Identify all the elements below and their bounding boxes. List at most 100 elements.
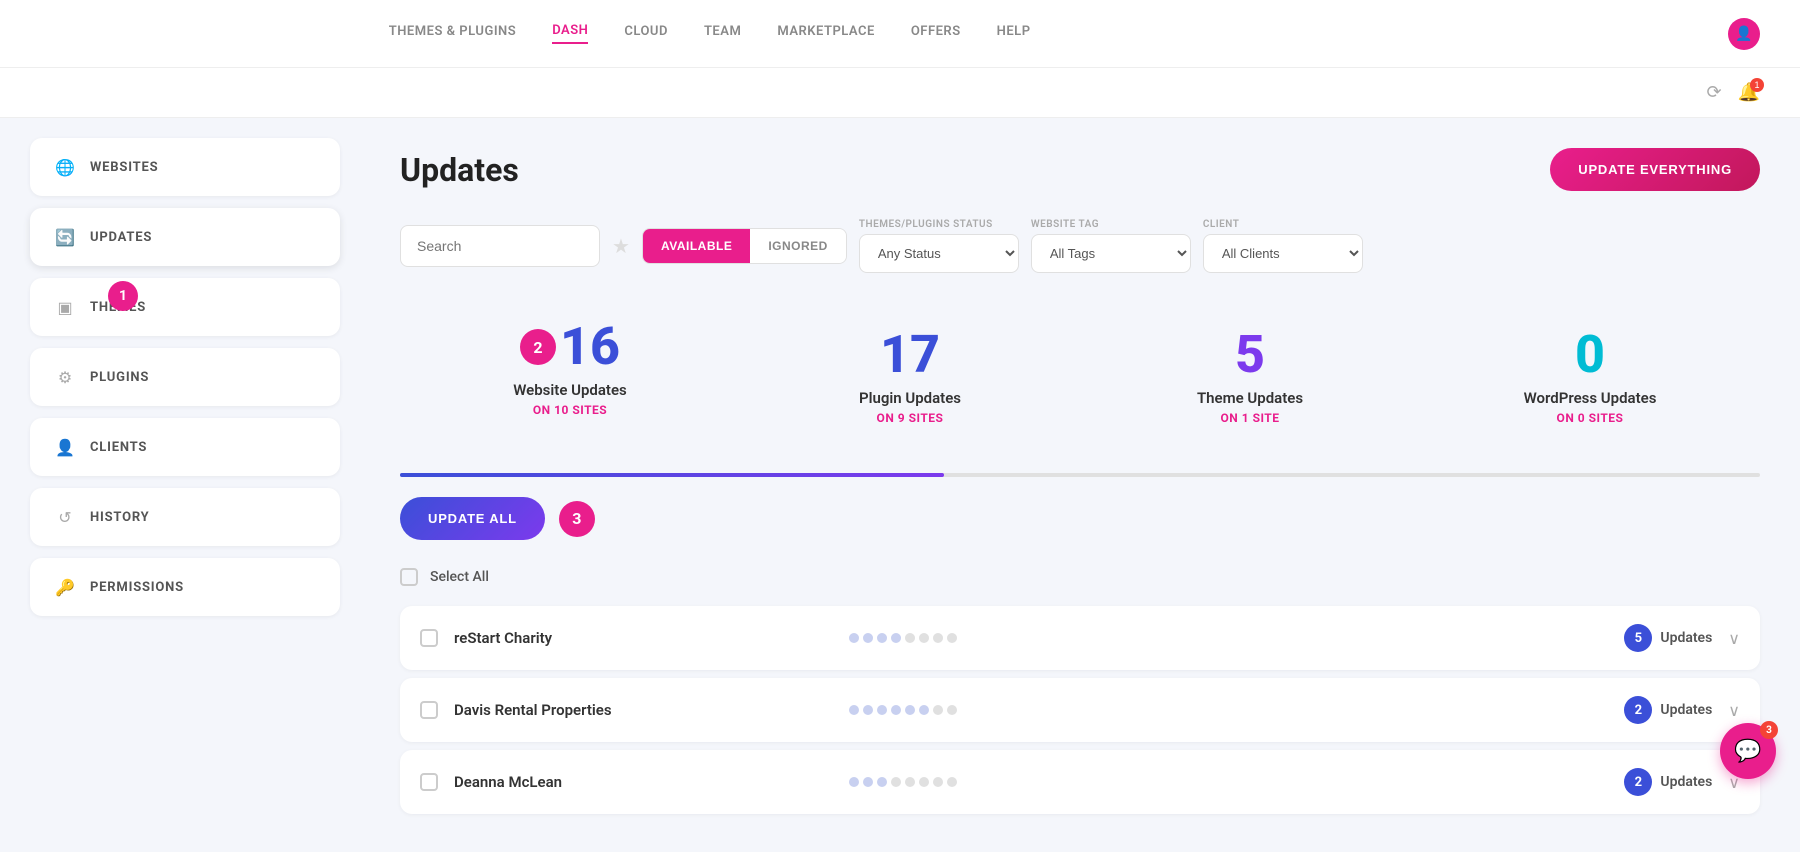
site-name-2: Deanna McLean	[454, 773, 833, 791]
site-dots-2	[849, 777, 1608, 787]
stat-website-updates: 2 16 Website Updates ON 10 SITES	[400, 301, 740, 445]
themes-plugins-status-filter: THEMES/PLUGINS STATUS Any Status	[859, 219, 1019, 273]
dot	[905, 777, 915, 787]
select-all-label[interactable]: Select All	[430, 569, 489, 585]
site-dots-0	[849, 633, 1608, 643]
dot	[849, 777, 859, 787]
sidebar-updates-label: UPDATES	[90, 230, 152, 245]
site-dots-1	[849, 705, 1608, 715]
step-badge-2: 2	[520, 329, 556, 365]
sub-header: ⟳ 🔔 1	[0, 68, 1800, 118]
main-layout: 1 🌐 WEBSITES 🔄 UPDATES ▣ THEMES ⚙ PLUGIN…	[0, 118, 1800, 852]
notifications-button[interactable]: 🔔 1	[1738, 82, 1760, 103]
available-toggle[interactable]: AVAILABLE	[643, 229, 750, 263]
stat-wordpress-updates: 0 WordPress Updates ON 0 SITES	[1420, 301, 1760, 445]
top-navigation: THEMES & PLUGINS DASH CLOUD TEAM MARKETP…	[0, 0, 1800, 68]
website-tag-label: WEBSITE TAG	[1031, 219, 1191, 230]
chevron-down-icon: ∨	[1728, 629, 1740, 648]
ignored-toggle[interactable]: IGNORED	[750, 229, 846, 263]
site-checkbox-0[interactable]	[420, 629, 438, 647]
client-filter: CLIENT All Clients	[1203, 219, 1363, 273]
sidebar-clients-label: CLIENTS	[90, 440, 147, 455]
nav-links: THEMES & PLUGINS DASH CLOUD TEAM MARKETP…	[389, 23, 1031, 44]
stat-plugin-label: Plugin Updates	[750, 389, 1070, 407]
site-updates-badge-1: 2 Updates ∨	[1624, 696, 1740, 724]
nav-cloud[interactable]: CLOUD	[624, 24, 668, 43]
dot	[849, 633, 859, 643]
select-all-checkbox[interactable]	[400, 568, 418, 586]
nav-marketplace[interactable]: MARKETPLACE	[777, 24, 875, 43]
plugins-icon: ⚙	[54, 366, 76, 388]
availability-toggle: AVAILABLE IGNORED	[642, 228, 847, 264]
updates-count-2: 2	[1624, 768, 1652, 796]
nav-offers[interactable]: OFFERS	[911, 24, 961, 43]
chat-button[interactable]: 💬 3	[1720, 723, 1776, 779]
sidebar-item-plugins[interactable]: ⚙ PLUGINS	[30, 348, 340, 406]
search-input[interactable]	[400, 225, 600, 267]
chat-icon: 💬	[1734, 739, 1761, 764]
update-all-button[interactable]: UPDATE ALL	[400, 497, 545, 540]
select-all-row: Select All	[400, 560, 1760, 594]
dot	[947, 777, 957, 787]
sidebar-item-updates[interactable]: 🔄 UPDATES	[30, 208, 340, 266]
stat-theme-label: Theme Updates	[1090, 389, 1410, 407]
main-content: Updates UPDATE EVERYTHING ★ AVAILABLE IG…	[360, 118, 1800, 852]
dot	[877, 777, 887, 787]
themes-plugins-status-select[interactable]: Any Status	[859, 234, 1019, 273]
chat-badge: 3	[1760, 721, 1778, 739]
update-all-row: UPDATE ALL 3	[400, 497, 1760, 540]
globe-icon: 🌐	[54, 156, 76, 178]
updates-count-0: 5	[1624, 624, 1652, 652]
sidebar-step-badge: 1	[108, 281, 138, 311]
step-badge-3: 3	[559, 501, 595, 537]
dot	[919, 633, 929, 643]
site-checkbox-2[interactable]	[420, 773, 438, 791]
site-row[interactable]: Deanna McLean 2 Updates ∨	[400, 750, 1760, 814]
refresh-button[interactable]: ⟳	[1706, 82, 1721, 103]
progress-bar	[400, 473, 1760, 477]
dot	[933, 633, 943, 643]
dot	[933, 777, 943, 787]
dot	[877, 705, 887, 715]
sidebar-item-clients[interactable]: 👤 CLIENTS	[30, 418, 340, 476]
nav-dash[interactable]: DASH	[552, 23, 588, 44]
nav-team[interactable]: TEAM	[704, 24, 741, 43]
website-tag-select[interactable]: All Tags	[1031, 234, 1191, 273]
site-name-0: reStart Charity	[454, 629, 833, 647]
dot	[891, 705, 901, 715]
sidebar-item-permissions[interactable]: 🔑 PERMISSIONS	[30, 558, 340, 616]
nav-right: 👤	[1728, 18, 1760, 50]
star-filter-button[interactable]: ★	[612, 234, 630, 259]
notification-badge: 1	[1750, 78, 1764, 92]
sidebar-item-themes[interactable]: ▣ THEMES	[30, 278, 340, 336]
client-label: CLIENT	[1203, 219, 1363, 230]
sidebar-permissions-label: PERMISSIONS	[90, 580, 184, 595]
stat-website-sub: ON 10 SITES	[410, 403, 730, 417]
site-updates-badge-0: 5 Updates ∨	[1624, 624, 1740, 652]
stat-theme-updates: 5 Theme Updates ON 1 SITE	[1080, 301, 1420, 445]
website-tag-filter: WEBSITE TAG All Tags	[1031, 219, 1191, 273]
stat-wordpress-sub: ON 0 SITES	[1430, 411, 1750, 425]
stat-website-label: Website Updates	[410, 381, 730, 399]
dot	[919, 705, 929, 715]
update-everything-button[interactable]: UPDATE EVERYTHING	[1550, 148, 1760, 191]
updates-label-1: Updates	[1660, 702, 1712, 718]
sidebar-history-label: HISTORY	[90, 510, 150, 525]
site-name-1: Davis Rental Properties	[454, 701, 833, 719]
site-row[interactable]: Davis Rental Properties 2 Updates ∨	[400, 678, 1760, 742]
nav-help[interactable]: HELP	[997, 24, 1031, 43]
sidebar-item-history[interactable]: ↺ HISTORY	[30, 488, 340, 546]
stat-website-badge-wrapper: 2 16	[410, 321, 730, 381]
stat-theme-number: 5	[1090, 329, 1410, 381]
stat-theme-sub: ON 1 SITE	[1090, 411, 1410, 425]
dot	[849, 705, 859, 715]
nav-themes-plugins[interactable]: THEMES & PLUGINS	[389, 24, 516, 43]
themes-plugins-status-label: THEMES/PLUGINS STATUS	[859, 219, 1019, 230]
site-row[interactable]: reStart Charity 5 Updates ∨	[400, 606, 1760, 670]
stat-website-number: 16	[560, 321, 620, 373]
sidebar-item-websites[interactable]: 🌐 WEBSITES	[30, 138, 340, 196]
updates-count-1: 2	[1624, 696, 1652, 724]
user-avatar[interactable]: 👤	[1728, 18, 1760, 50]
site-checkbox-1[interactable]	[420, 701, 438, 719]
client-select[interactable]: All Clients	[1203, 234, 1363, 273]
